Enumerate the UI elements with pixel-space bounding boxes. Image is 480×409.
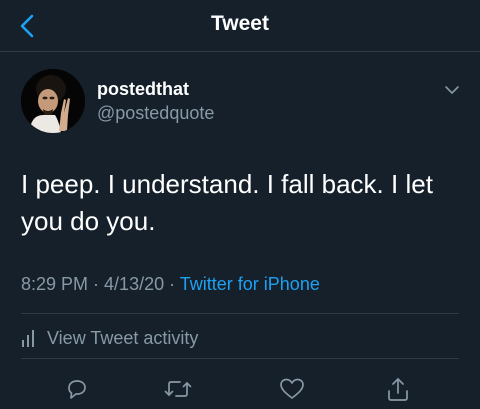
divider bbox=[21, 358, 459, 359]
retweet-button[interactable] bbox=[163, 374, 193, 404]
meta-separator: · bbox=[88, 274, 105, 294]
tweet-options-button[interactable] bbox=[440, 78, 464, 102]
reply-button[interactable] bbox=[62, 374, 92, 404]
meta-separator: · bbox=[164, 274, 180, 294]
share-icon bbox=[388, 378, 408, 401]
reply-icon bbox=[68, 380, 86, 399]
view-tweet-activity-label: View Tweet activity bbox=[47, 327, 199, 348]
author-handle[interactable]: @postedquote bbox=[97, 103, 214, 124]
bar-chart-icon bbox=[22, 330, 34, 347]
tweet-detail-screen: Tweet postedthat @postedquote I peep. I … bbox=[0, 0, 480, 409]
retweet-icon bbox=[164, 381, 192, 397]
top-bar: Tweet bbox=[0, 0, 480, 52]
like-icon bbox=[280, 378, 304, 399]
tweet-source-link[interactable]: Twitter for iPhone bbox=[180, 274, 320, 294]
tweet-time: 8:29 PM bbox=[21, 274, 89, 294]
chevron-down-icon bbox=[445, 86, 459, 94]
avatar[interactable] bbox=[21, 69, 85, 133]
tweet-text: I peep. I understand. I fall back. I let… bbox=[21, 169, 433, 236]
share-button[interactable] bbox=[383, 374, 413, 404]
author-display-name[interactable]: postedthat bbox=[97, 79, 189, 100]
avatar-image bbox=[21, 69, 85, 133]
like-button[interactable] bbox=[277, 374, 307, 404]
view-tweet-activity-button[interactable]: View Tweet activity bbox=[21, 325, 198, 351]
tweet-date: 4/13/20 bbox=[104, 274, 165, 294]
page-title: Tweet bbox=[211, 12, 269, 35]
tweet-meta: 8:29 PM · 4/13/20 · Twitter for iPhone bbox=[21, 274, 320, 295]
divider bbox=[21, 313, 459, 314]
